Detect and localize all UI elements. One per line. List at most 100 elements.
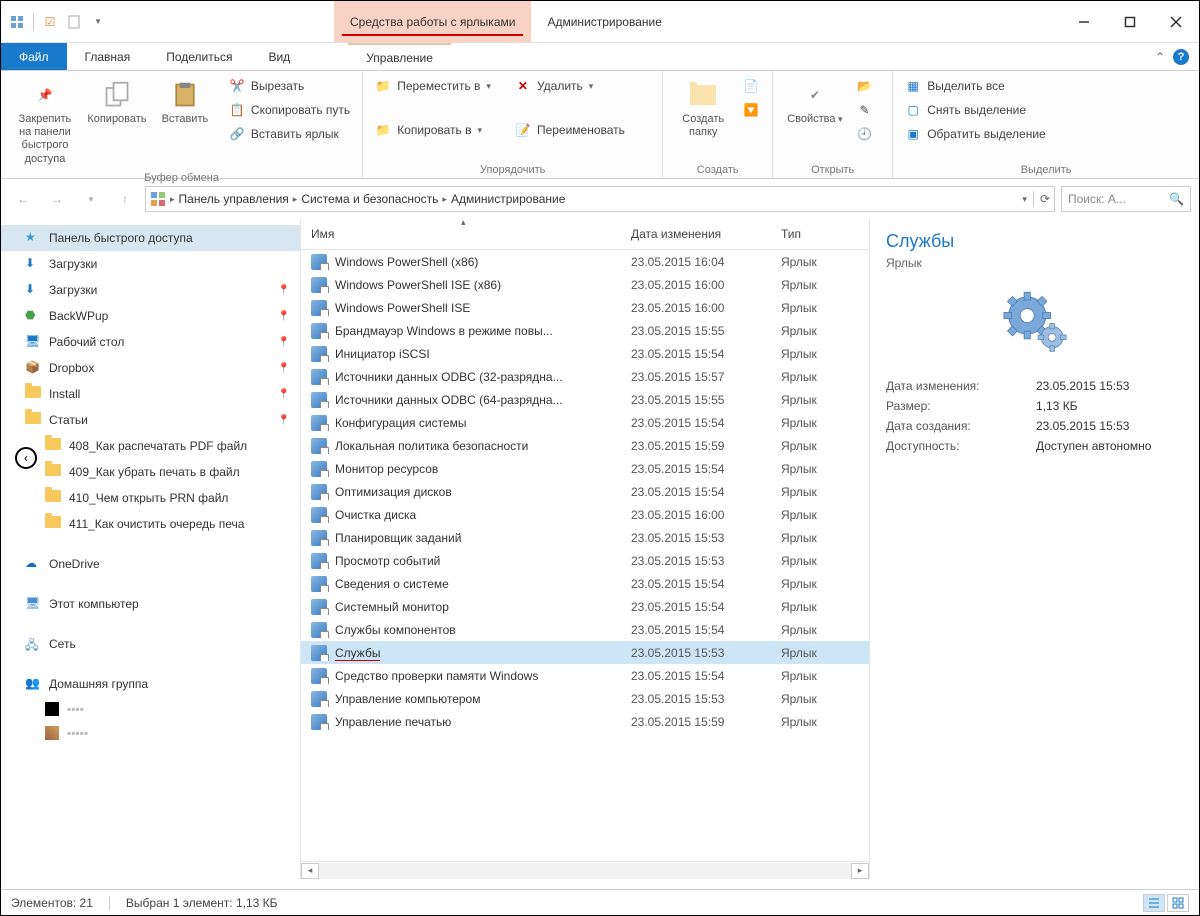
nav-item[interactable]: Install📍: [1, 381, 300, 407]
nav-item[interactable]: 411_Как очистить очередь печа: [1, 511, 300, 537]
breadcrumb-segment[interactable]: Администрирование: [451, 192, 565, 206]
nav-network[interactable]: 🖧Сеть: [1, 631, 300, 657]
close-button[interactable]: [1153, 1, 1199, 42]
file-row[interactable]: Локальная политика безопасности23.05.201…: [301, 434, 869, 457]
file-row[interactable]: Источники данных ODBC (32-разрядна...23.…: [301, 365, 869, 388]
nav-recent-button[interactable]: ▾: [77, 185, 105, 213]
select-none-button[interactable]: ▢Снять выделение: [901, 99, 1050, 121]
file-row[interactable]: Планировщик заданий23.05.2015 15:53Ярлык: [301, 526, 869, 549]
file-row[interactable]: Windows PowerShell (x86)23.05.2015 16:04…: [301, 250, 869, 273]
copy-path-button[interactable]: 📋Скопировать путь: [225, 99, 354, 121]
ribbon-group-clipboard: Буфер обмена: [9, 170, 354, 184]
open-button[interactable]: 📂: [853, 75, 877, 97]
qat-dropdown-icon[interactable]: ▾: [88, 12, 108, 32]
file-row[interactable]: Оптимизация дисков23.05.2015 15:54Ярлык: [301, 480, 869, 503]
file-row[interactable]: Брандмауэр Windows в режиме повы...23.05…: [301, 319, 869, 342]
nav-homegroup-user[interactable]: ▪▪▪▪▪: [1, 721, 300, 745]
new-doc-icon[interactable]: [64, 12, 84, 32]
refresh-button[interactable]: ⟳: [1040, 192, 1050, 206]
file-row[interactable]: Службы23.05.2015 15:53Ярлык: [301, 641, 869, 664]
nav-homegroup[interactable]: 👥Домашняя группа: [1, 671, 300, 697]
col-header-date[interactable]: Дата изменения: [621, 219, 771, 249]
search-box[interactable]: Поиск: А... 🔍: [1061, 186, 1191, 212]
new-folder-button[interactable]: Создать папку: [671, 75, 735, 143]
view-thumbnails-button[interactable]: [1167, 894, 1189, 912]
history-icon: 🕘: [857, 126, 873, 142]
cut-button[interactable]: ✂️Вырезать: [225, 75, 354, 97]
col-header-type[interactable]: Тип: [771, 219, 851, 249]
nav-item[interactable]: 📦Dropbox📍: [1, 355, 300, 381]
maximize-button[interactable]: [1107, 1, 1153, 42]
nav-up-button[interactable]: ↑: [111, 185, 139, 213]
nav-item[interactable]: 409_Как убрать печать в файл: [1, 459, 300, 485]
file-row[interactable]: Сведения о системе23.05.2015 15:54Ярлык: [301, 572, 869, 595]
file-row[interactable]: Средство проверки памяти Windows23.05.20…: [301, 664, 869, 687]
copy-button[interactable]: Копировать: [85, 75, 149, 130]
nav-homegroup-user[interactable]: ▪▪▪▪: [1, 697, 300, 721]
delete-button[interactable]: ✕Удалить: [511, 75, 629, 97]
file-row[interactable]: Конфигурация системы23.05.2015 15:54Ярлы…: [301, 411, 869, 434]
file-row[interactable]: Очистка диска23.05.2015 16:00Ярлык: [301, 503, 869, 526]
nav-item[interactable]: ⬇Загрузки📍: [1, 277, 300, 303]
nav-item[interactable]: ⬣BackWPup📍: [1, 303, 300, 329]
file-row[interactable]: Монитор ресурсов23.05.2015 15:54Ярлык: [301, 457, 869, 480]
file-row[interactable]: Инициатор iSCSI23.05.2015 15:54Ярлык: [301, 342, 869, 365]
nav-forward-button[interactable]: →: [43, 185, 71, 213]
view-details-button[interactable]: [1143, 894, 1165, 912]
tab-view[interactable]: Вид: [250, 43, 308, 70]
nav-item[interactable]: Статьи📍: [1, 407, 300, 433]
file-row[interactable]: Windows PowerShell ISE23.05.2015 16:00Яр…: [301, 296, 869, 319]
scroll-left-button[interactable]: ◂: [301, 863, 319, 879]
new-item-button[interactable]: 📄: [739, 75, 763, 97]
breadcrumb-segment[interactable]: Панель управления▸: [179, 192, 298, 206]
horizontal-scrollbar[interactable]: ◂ ▸: [301, 861, 869, 879]
edit-button[interactable]: ✎: [853, 99, 877, 121]
nav-item[interactable]: ⬇Загрузки: [1, 251, 300, 277]
minimize-button[interactable]: [1061, 1, 1107, 42]
nav-onedrive[interactable]: ☁OneDrive: [1, 551, 300, 577]
rename-button[interactable]: 📝Переименовать: [511, 119, 629, 141]
nav-back-button[interactable]: ←: [9, 185, 37, 213]
easy-access-button[interactable]: 🔽: [739, 99, 763, 121]
tab-home[interactable]: Главная: [67, 43, 149, 70]
address-bar[interactable]: ▸ Панель управления▸ Система и безопасно…: [145, 186, 1055, 212]
nav-item[interactable]: 🖥Рабочий стол📍: [1, 329, 300, 355]
tab-manage[interactable]: Управление: [348, 43, 451, 70]
paste-shortcut-button[interactable]: 🔗Вставить ярлык: [225, 123, 354, 145]
paste-button[interactable]: Вставить: [153, 75, 217, 130]
move-to-button[interactable]: 📁Переместить в: [371, 75, 495, 97]
file-row[interactable]: Просмотр событий23.05.2015 15:53Ярлык: [301, 549, 869, 572]
copy-to-button[interactable]: 📁Копировать в: [371, 119, 495, 141]
file-date: 23.05.2015 15:54: [621, 623, 771, 637]
explorer-body: ★ Панель быстрого доступа ⬇Загрузки⬇Загр…: [1, 219, 1199, 879]
file-row[interactable]: Источники данных ODBC (64-разрядна...23.…: [301, 388, 869, 411]
tab-share[interactable]: Поделиться: [148, 43, 250, 70]
nav-item[interactable]: 408_Как распечатать PDF файл: [1, 433, 300, 459]
ribbon-collapse-icon[interactable]: ⌃: [1155, 50, 1165, 64]
properties-button[interactable]: ✔ Свойства: [781, 75, 848, 130]
shortcut-icon: [311, 576, 327, 592]
file-row[interactable]: Windows PowerShell ISE (x86)23.05.2015 1…: [301, 273, 869, 296]
address-dropdown-icon[interactable]: ▾: [1022, 194, 1027, 205]
help-icon[interactable]: ?: [1173, 49, 1189, 65]
properties-icon[interactable]: [7, 12, 27, 32]
history-button[interactable]: 🕘: [853, 123, 877, 145]
pin-quick-access-button[interactable]: 📌 Закрепить на панели быстрого доступа: [9, 75, 81, 170]
breadcrumb-segment[interactable]: Система и безопасность▸: [301, 192, 447, 206]
nav-quick-access[interactable]: ★ Панель быстрого доступа: [1, 225, 300, 251]
tab-file[interactable]: Файл: [1, 43, 67, 70]
address-icon: [150, 191, 166, 207]
file-row[interactable]: Службы компонентов23.05.2015 15:54Ярлык: [301, 618, 869, 641]
scroll-right-button[interactable]: ▸: [851, 863, 869, 879]
pin-icon: 📍: [278, 337, 290, 348]
file-row[interactable]: Управление компьютером23.05.2015 15:53Яр…: [301, 687, 869, 710]
col-header-name[interactable]: ▴Имя: [301, 219, 621, 249]
select-all-button[interactable]: ▦Выделить все: [901, 75, 1050, 97]
check-icon[interactable]: ☑: [40, 12, 60, 32]
nav-history-circle-icon[interactable]: ‹: [15, 447, 37, 469]
nav-this-pc[interactable]: 🖥Этот компьютер: [1, 591, 300, 617]
invert-selection-button[interactable]: ▣Обратить выделение: [901, 123, 1050, 145]
file-row[interactable]: Системный монитор23.05.2015 15:54Ярлык: [301, 595, 869, 618]
file-row[interactable]: Управление печатью23.05.2015 15:59Ярлык: [301, 710, 869, 733]
nav-item[interactable]: 410_Чем открыть PRN файл: [1, 485, 300, 511]
